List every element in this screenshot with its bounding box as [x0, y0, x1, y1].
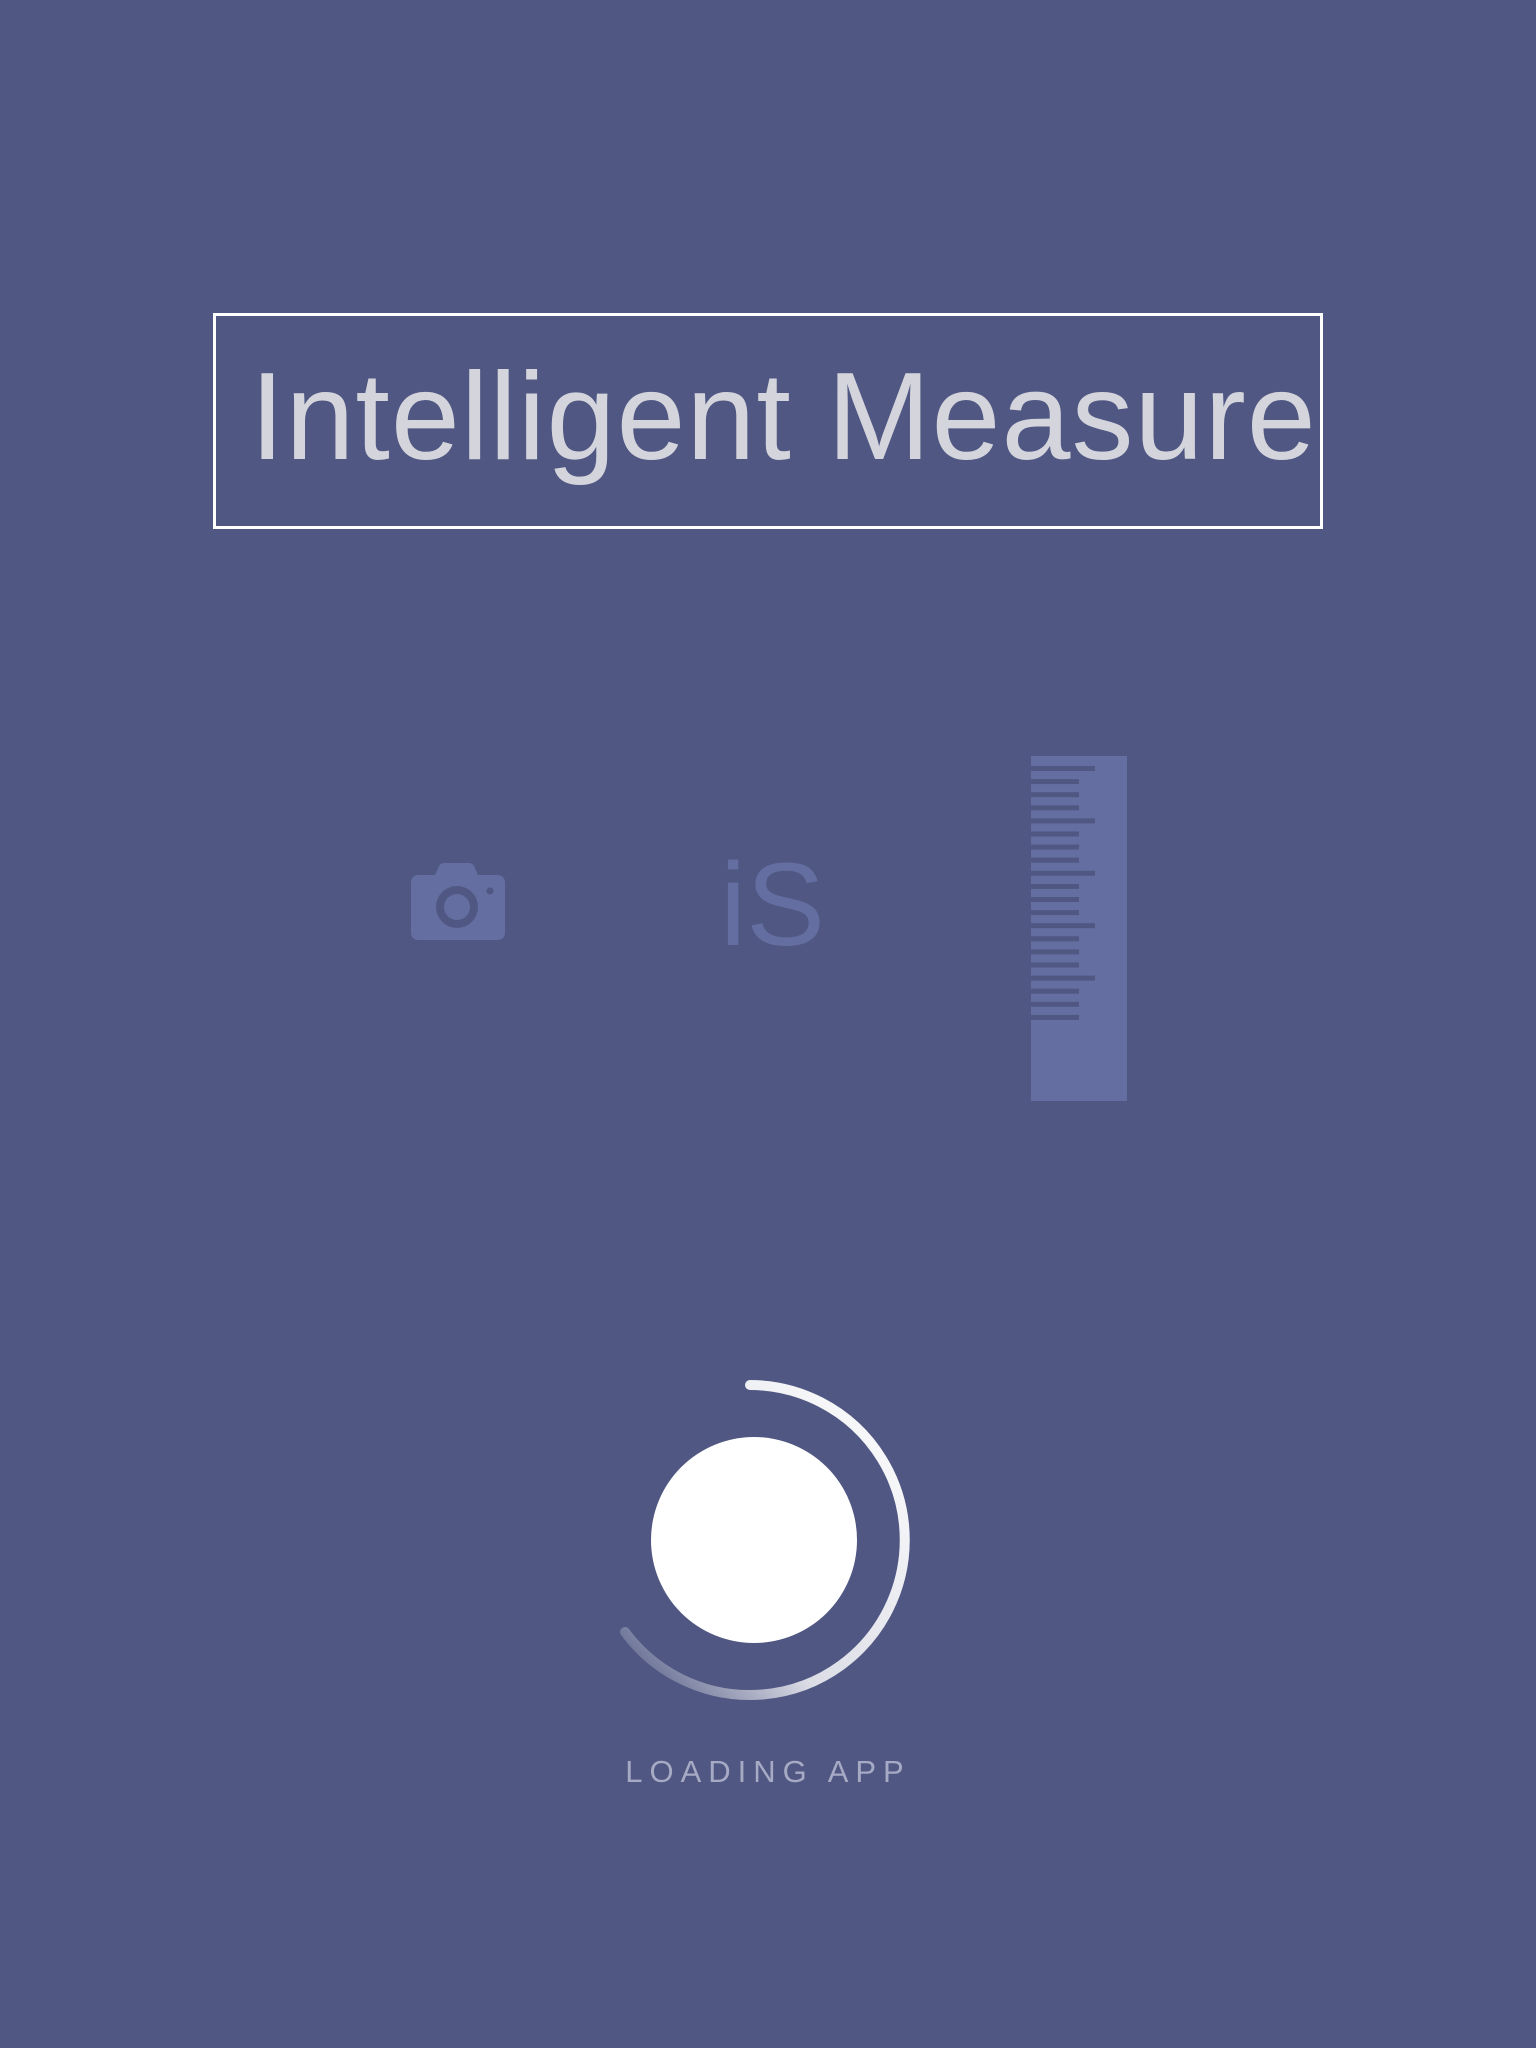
logo-text: iS — [720, 839, 825, 971]
ruler-tick — [1031, 975, 1095, 981]
app-title: Intelligent Measure — [250, 348, 1317, 486]
ruler-tick — [1031, 910, 1079, 916]
ruler-tick — [1031, 857, 1079, 863]
ruler-tick — [1031, 1014, 1079, 1020]
ruler-tick — [1031, 988, 1079, 994]
ruler-tick — [1031, 897, 1079, 902]
ruler-tick — [1031, 1001, 1079, 1007]
ruler-tick — [1031, 883, 1079, 889]
ruler-tick — [1031, 766, 1095, 771]
ruler-tick — [1031, 792, 1079, 798]
ruler-tick — [1031, 844, 1079, 850]
ruler-tick — [1031, 962, 1079, 968]
ruler-tick — [1031, 870, 1095, 876]
loading-spinner — [620, 1380, 910, 1700]
ruler-tick — [1031, 779, 1079, 785]
ruler-tick — [1031, 818, 1095, 824]
ruler-tick — [1031, 949, 1079, 955]
camera-icon — [411, 863, 505, 940]
ruler-tick — [1031, 805, 1079, 811]
ruler-tick — [1031, 936, 1079, 942]
spinner-center-dot — [651, 1437, 857, 1643]
ruler-tick — [1031, 831, 1079, 837]
ruler-icon — [1031, 756, 1127, 1101]
ruler-tick — [1031, 923, 1095, 929]
loading-label: LOADING APP — [625, 1754, 911, 1789]
